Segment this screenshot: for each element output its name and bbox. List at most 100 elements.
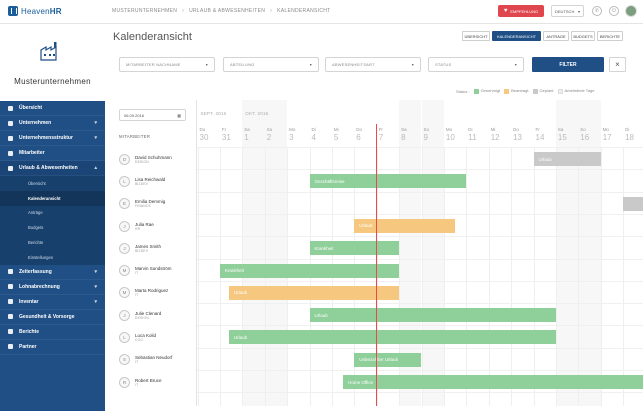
day-gridline	[466, 147, 468, 406]
absence-bar[interactable]: Krankheit	[309, 241, 400, 256]
breadcrumb-item[interactable]: URLAUB & ABWESENHEITEN	[189, 8, 265, 14]
absence-bar[interactable]: Unbezahlter Urlaub	[354, 352, 422, 367]
sidebar-item-payroll[interactable]: Lohnabrechnung ▾	[0, 280, 105, 295]
recommend-button[interactable]: ♥ EMPFEHLUNG	[498, 5, 544, 17]
employee-column: 06.09.2016 ▦ MITARBEITER D David Schuhman…	[113, 100, 197, 406]
employee-department: BIZDEV	[135, 248, 149, 253]
row-gridline	[197, 147, 643, 148]
sidebar-subitem-budgets[interactable]: Budgets	[0, 220, 105, 235]
day-of-week: Sa	[401, 127, 407, 132]
day-of-week: Mo	[602, 127, 609, 132]
sidebar-subitem-overview[interactable]: Übersicht	[0, 176, 105, 191]
sidebar-item-overview[interactable]: Übersicht	[0, 101, 105, 116]
user-avatar[interactable]	[625, 5, 637, 17]
filter-button[interactable]: FILTER	[532, 57, 604, 72]
employee-row[interactable]: J Julia Rae HR	[119, 215, 197, 237]
day-number: 4	[311, 133, 316, 142]
row-gridline	[197, 169, 643, 171]
logo-icon	[8, 6, 18, 16]
sidebar-subitem-reports[interactable]: Berichte	[0, 235, 105, 250]
phone-icon[interactable]: ✆	[592, 6, 602, 16]
day-header: So 16	[578, 127, 600, 142]
absence-bar[interactable]: Home Office	[343, 375, 643, 389]
clock-icon	[8, 269, 13, 275]
sidebar-item-inventory[interactable]: Inventar ▾	[0, 295, 105, 310]
day-gridline	[578, 147, 580, 406]
close-icon[interactable]: ×	[609, 57, 626, 72]
tab-requests[interactable]: ANTRÄGE	[543, 31, 569, 41]
day-header: Do 6	[354, 127, 376, 142]
sidebar-item-time-tracking[interactable]: Zeiterfassung ▾	[0, 265, 105, 280]
absence-type-filter-select[interactable]: ABWESENHEITSART ▾	[325, 57, 421, 72]
day-header: Mo 3	[287, 127, 309, 142]
row-gridline	[197, 370, 643, 371]
chevron-down-icon: ▾	[94, 268, 97, 275]
day-header: Do 30	[198, 127, 220, 142]
tab-overview[interactable]: ÜBERSICHT	[462, 31, 490, 41]
avatar: J	[119, 242, 130, 254]
status-filter-select[interactable]: STATUS ▾	[428, 57, 524, 72]
sidebar-item-absences[interactable]: Urlaub & Abwesenheiten ▴	[0, 161, 105, 176]
language-select[interactable]: DEUTSCH ▾	[551, 5, 584, 17]
legend-requested: Beantragt	[504, 88, 529, 94]
employee-row[interactable]: S Sebastian Neudorf IT	[119, 349, 197, 371]
absence-bar[interactable]: Krankheit	[219, 263, 400, 278]
day-of-week: So	[266, 127, 273, 132]
chevron-down-icon: ▾	[94, 120, 97, 126]
power-icon[interactable]: ⏻	[609, 6, 619, 16]
tab-reports[interactable]: BERICHTE	[597, 31, 623, 41]
chevron-down-icon: ▾	[94, 135, 97, 141]
day-header: Di 11	[466, 127, 488, 142]
absence-bar[interactable]: Geschäftsreise	[309, 174, 467, 189]
logo[interactable]: HeavenHR	[8, 6, 62, 16]
employee-name: Julia Rae	[135, 221, 154, 227]
day-header: Sa 8	[399, 127, 421, 142]
date-picker[interactable]: 06.09.2016 ▦	[119, 109, 186, 121]
employee-department: DESIGN	[135, 315, 149, 320]
department-filter-select[interactable]: ABTEILUNG ▾	[223, 57, 319, 72]
sidebar-item-employees[interactable]: Mitarbeiter	[0, 146, 105, 161]
sidebar-item-reports[interactable]: Berichte	[0, 325, 105, 340]
tab-calendar[interactable]: KALENDERANSICHT	[492, 31, 541, 41]
day-number: 1	[244, 133, 249, 142]
absence-bar[interactable]: Urlaub	[309, 308, 556, 323]
day-of-week: Di	[625, 127, 630, 132]
sidebar-subitem-settings[interactable]: Einstellungen	[0, 250, 105, 265]
employee-row[interactable]: E Emilia Demmig FINANCE	[119, 193, 197, 215]
day-of-week: Do	[356, 127, 363, 132]
employee-row[interactable]: L Lisa Reichwald BIZDEV	[119, 170, 197, 192]
absence-bar[interactable]: Urlaub	[228, 330, 556, 345]
employee-row[interactable]: J James Smith BIZDEV	[119, 237, 197, 259]
employee-department: HR	[135, 226, 141, 231]
day-of-week: Mi	[333, 127, 339, 132]
employee-row[interactable]: M Marta Rodriguez IT	[119, 282, 197, 304]
absence-bar[interactable]: Urlaub	[354, 218, 456, 233]
day-gridline	[197, 147, 199, 406]
employee-filter-select[interactable]: MITARBEITER NACHNAME ▾	[119, 57, 215, 72]
breadcrumb-item[interactable]: MUSTERUNTERNEHMEN	[112, 8, 177, 14]
employee-row[interactable]: D David Schuhmann DESIGN	[119, 148, 197, 170]
row-gridline	[197, 258, 643, 260]
absence-bar[interactable]	[623, 196, 643, 211]
day-number: 12	[490, 133, 500, 142]
day-number: 18	[625, 133, 634, 142]
sidebar-item-company[interactable]: Unternehmen ▾	[0, 116, 105, 131]
chevron-down-icon: ▾	[577, 8, 580, 14]
absence-bar[interactable]: Urlaub	[228, 285, 400, 300]
day-header: Mi 5	[332, 127, 354, 142]
sidebar-item-partner[interactable]: Partner	[0, 340, 105, 355]
avatar: L	[119, 332, 130, 344]
employee-row[interactable]: R Robert Bruce IT	[119, 371, 197, 393]
month-label: OKT. 2016	[245, 111, 269, 116]
chevron-down-icon: ▾	[94, 298, 97, 305]
employee-row[interactable]: M Marvin Sundström IT	[119, 260, 197, 282]
absence-bar[interactable]: Urlaub	[533, 152, 601, 166]
employee-row[interactable]: J Julie Clenard DESIGN	[119, 304, 197, 326]
sidebar-subitem-calendar[interactable]: Kalenderansicht	[0, 190, 105, 206]
sidebar-item-health[interactable]: Gesundheit & Vorsorge	[0, 310, 105, 325]
employee-row[interactable]: L Luca Kolid COO	[119, 326, 197, 348]
sidebar-item-structure[interactable]: Unternehmensstruktur ▾	[0, 131, 105, 146]
tab-budgets[interactable]: BUDGETS	[571, 31, 595, 41]
sidebar-subitem-requests[interactable]: Anträge	[0, 206, 105, 221]
day-number: 31	[221, 133, 231, 142]
